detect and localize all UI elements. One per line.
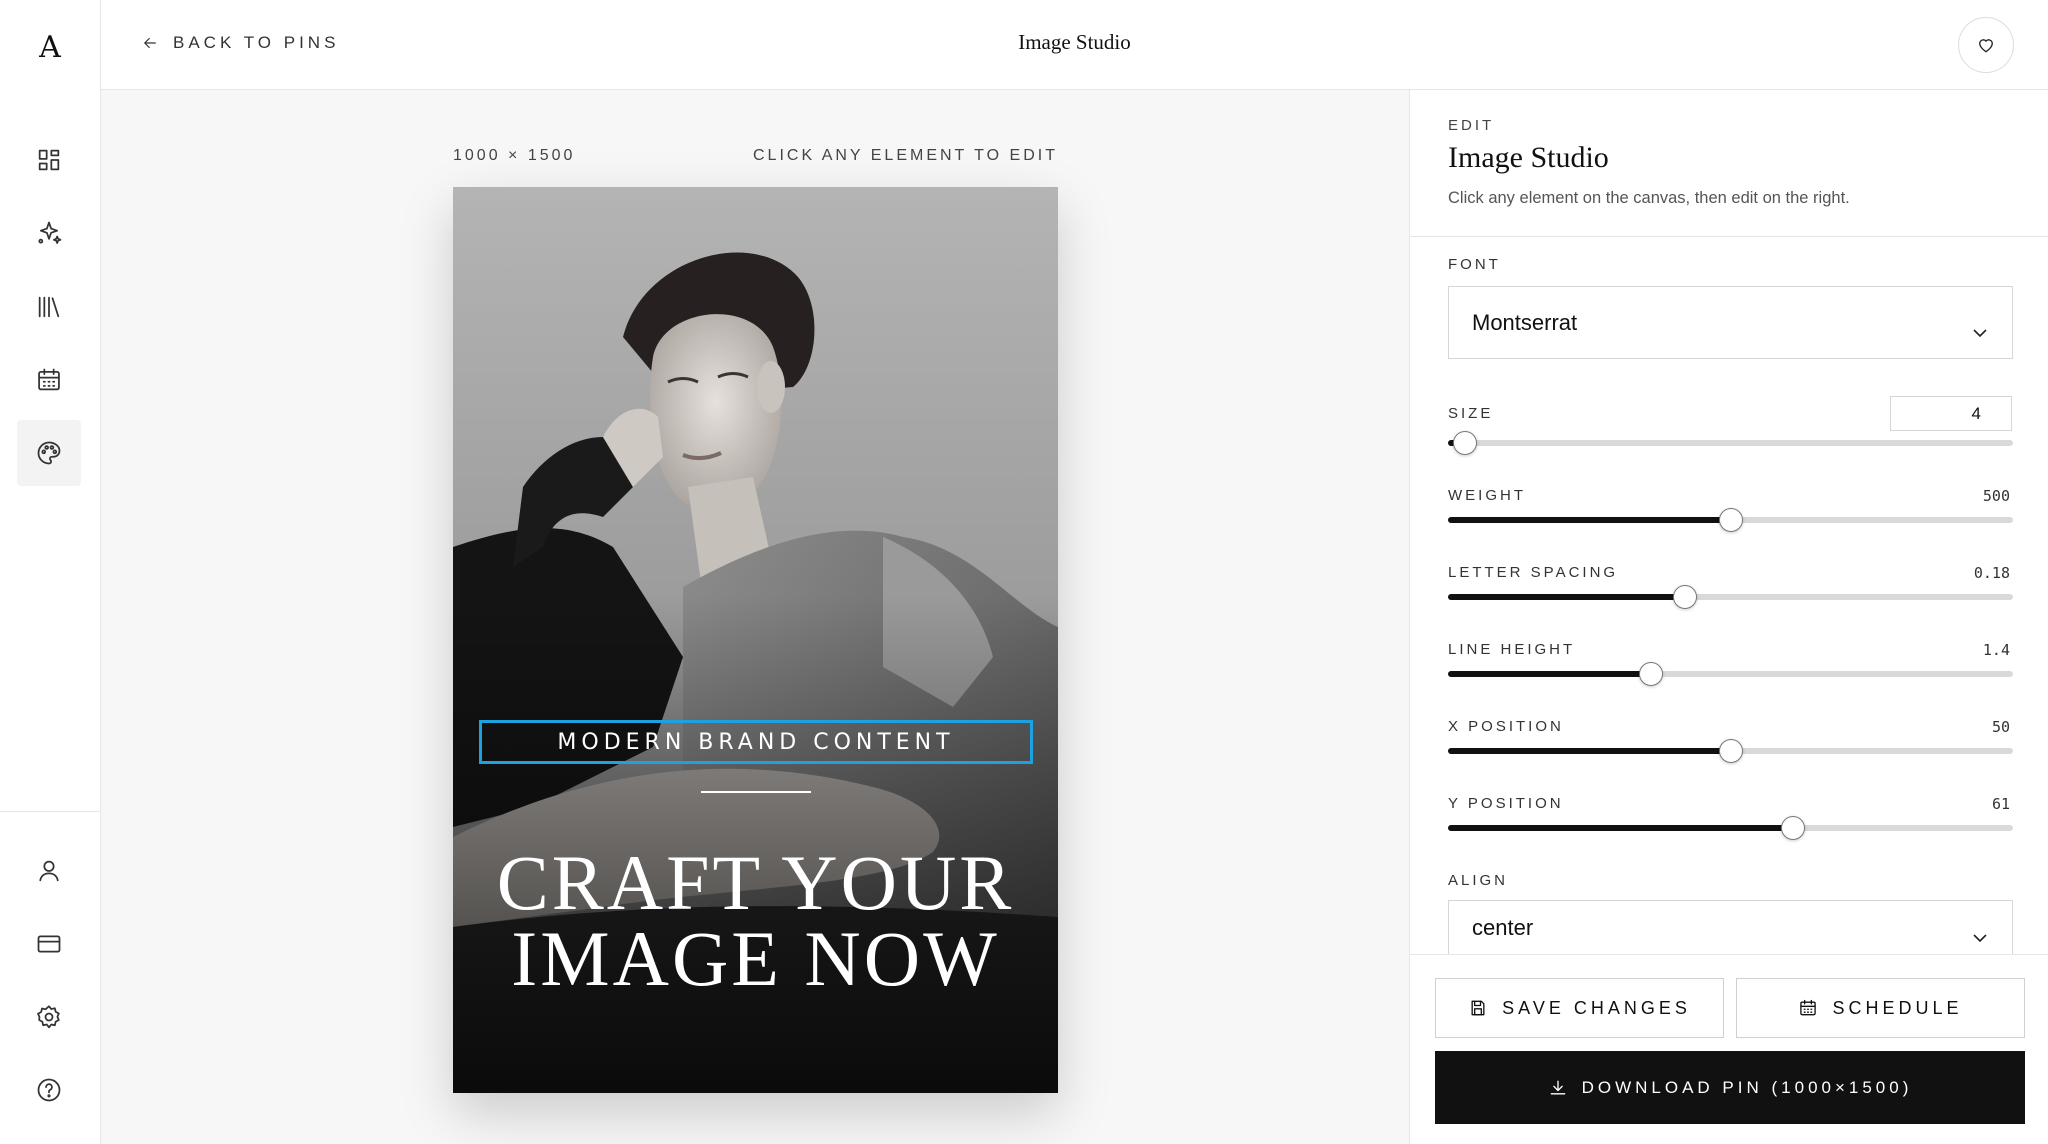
sidebar-item-profile[interactable]: [17, 838, 81, 904]
panel-divider: [1410, 236, 2048, 237]
font-select-value: Montserrat: [1472, 309, 1578, 335]
font-select[interactable]: Montserrat: [1448, 286, 2013, 359]
x-position-label: X POSITION: [1448, 718, 1564, 735]
chevron-down-icon: [1972, 923, 1988, 942]
schedule-label: SCHEDULE: [1832, 997, 1963, 1018]
sparkles-icon: [38, 221, 62, 244]
download-pin-button[interactable]: DOWNLOAD PIN (1000×1500): [1435, 1051, 2025, 1124]
letter-spacing-slider[interactable]: [1448, 585, 2013, 609]
slider-thumb[interactable]: [1780, 816, 1805, 840]
slider-fill: [1448, 825, 1793, 831]
line-height-label: LINE HEIGHT: [1448, 641, 1576, 658]
letter-spacing-value: 0.18: [1973, 564, 2010, 582]
weight-label: WEIGHT: [1448, 487, 1526, 504]
pin-canvas[interactable]: MODERN BRAND CONTENT CRAFT YOUR IMAGE NO…: [453, 187, 1058, 1093]
palette-icon: [37, 441, 61, 465]
panel-title: Image Studio: [1448, 141, 1609, 174]
pin-headline-line-1[interactable]: CRAFT YOUR: [453, 844, 1058, 922]
save-changes-button[interactable]: SAVE CHANGES: [1435, 978, 1724, 1038]
sidebar-item-dashboard[interactable]: [17, 127, 81, 193]
panel-description: Click any element on the canvas, then ed…: [1448, 189, 1850, 207]
library-icon: [38, 296, 60, 318]
x-position-slider[interactable]: [1448, 739, 2013, 763]
download-icon: [1550, 1080, 1565, 1094]
size-label: SIZE: [1448, 405, 1494, 422]
slider-fill: [1448, 748, 1731, 754]
line-height-slider[interactable]: [1448, 662, 2013, 686]
slider-fill: [1448, 594, 1686, 600]
letter-spacing-label: LETTER SPACING: [1448, 564, 1619, 581]
credit-card-icon: [37, 935, 61, 953]
weight-value: 500: [1982, 487, 2010, 505]
panel-footer-divider: [1410, 954, 2048, 955]
download-pin-label: DOWNLOAD PIN (1000×1500): [1581, 1077, 1913, 1097]
pin-divider-line[interactable]: [701, 791, 811, 793]
sidebar: A: [0, 0, 101, 1144]
sidebar-item-image-studio[interactable]: [17, 420, 81, 486]
calendar-icon: [1800, 999, 1817, 1016]
gear-icon: [37, 1005, 60, 1029]
schedule-button[interactable]: SCHEDULE: [1736, 978, 2025, 1038]
line-height-value: 1.4: [1982, 641, 2010, 659]
size-input[interactable]: 4: [1890, 396, 2012, 431]
heart-icon: [1979, 39, 1993, 53]
align-select[interactable]: center: [1448, 900, 2013, 954]
user-icon: [39, 860, 59, 882]
sidebar-divider: [0, 811, 100, 812]
top-bar: BACK TO PINS Image Studio: [101, 0, 2048, 90]
y-position-value: 61: [1991, 795, 2010, 813]
weight-slider[interactable]: [1448, 508, 2013, 532]
slider-thumb[interactable]: [1452, 431, 1477, 455]
sidebar-item-help[interactable]: [17, 1057, 81, 1123]
save-icon: [1471, 1000, 1485, 1016]
chevron-down-icon: [1972, 318, 1988, 337]
calendar-icon: [38, 368, 60, 391]
slider-fill: [1448, 671, 1652, 677]
sidebar-item-settings[interactable]: [17, 984, 81, 1050]
align-select-value: center: [1472, 914, 1534, 940]
sidebar-item-calendar[interactable]: [17, 347, 81, 413]
align-label: ALIGN: [1448, 872, 1509, 889]
slider-thumb[interactable]: [1639, 662, 1664, 686]
help-icon: [37, 1078, 61, 1102]
x-position-value: 50: [1991, 718, 2010, 736]
slider-thumb[interactable]: [1718, 739, 1743, 763]
slider-thumb[interactable]: [1718, 508, 1743, 532]
canvas-hint: CLICK ANY ELEMENT TO EDIT: [753, 147, 1058, 164]
pin-subtitle-text[interactable]: MODERN BRAND CONTENT: [479, 720, 1033, 764]
y-position-label: Y POSITION: [1448, 795, 1564, 812]
favorite-button[interactable]: [1958, 17, 2014, 73]
size-slider[interactable]: [1448, 431, 2013, 455]
grid-icon: [38, 149, 60, 171]
slider-thumb[interactable]: [1673, 585, 1698, 609]
sidebar-item-library[interactable]: [17, 274, 81, 340]
slider-track: [1448, 440, 2013, 446]
panel-eyebrow: EDIT: [1448, 117, 1495, 134]
canvas-area: 1000 × 1500 CLICK ANY ELEMENT TO EDIT MO…: [101, 90, 1409, 1144]
pin-headline-line-2[interactable]: IMAGE NOW: [453, 920, 1058, 998]
slider-fill: [1448, 517, 1731, 523]
save-changes-label: SAVE CHANGES: [1502, 997, 1691, 1018]
sidebar-item-billing[interactable]: [17, 911, 81, 977]
edit-panel: EDIT Image Studio Click any element on t…: [1409, 90, 2048, 1144]
font-label: FONT: [1448, 256, 1501, 273]
app-logo[interactable]: A: [0, 30, 100, 65]
canvas-size-label: 1000 × 1500: [453, 147, 576, 164]
y-position-slider[interactable]: [1448, 816, 2013, 840]
page-title: Image Studio: [1018, 30, 1131, 54]
sidebar-item-ai-generate[interactable]: [17, 200, 81, 266]
